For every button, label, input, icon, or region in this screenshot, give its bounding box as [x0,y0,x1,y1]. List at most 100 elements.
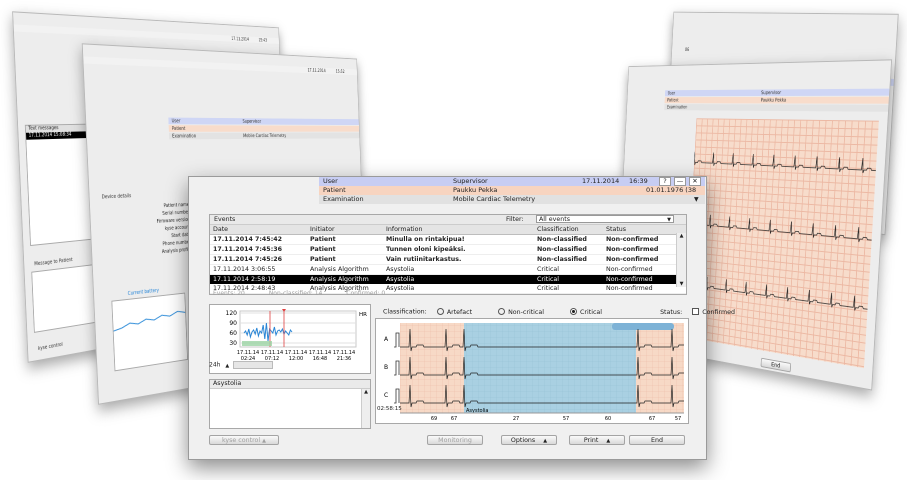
column-header-initiator[interactable]: Initiator [310,225,335,234]
examination-row[interactable]: Examination Mobile Cardiac Telemetry ▼ [319,195,705,204]
table-cell: Non-classified [537,256,587,263]
radio-artefact[interactable]: Artefact [436,308,472,316]
kyse-control-button[interactable]: kyse control ▲ [209,435,279,445]
table-cell: Patient [310,246,336,253]
table-cell: Non-confirmed [606,246,659,253]
classification-label: Classification: [383,308,427,316]
help-button[interactable]: ? [659,177,671,186]
ecg-calibration-pulse [394,388,400,404]
options-arrow-icon: ▲ [543,438,548,444]
scroll-down-icon[interactable]: ▼ [677,281,686,287]
events-title: Events [214,216,236,223]
radio-artefact-icon[interactable] [436,308,444,315]
ecg-beat-interval: 67 [451,416,457,422]
print-button[interactable]: Print ▲ [569,435,625,445]
bg-left-kyse: kyse control [37,341,63,352]
hr-unit-label: HR [359,312,367,318]
exam-dropdown-icon[interactable]: ▼ [694,195,699,204]
hr-selection-window[interactable] [242,341,272,346]
table-cell: Critical [537,266,560,273]
hr-tick-label: 60 [229,330,237,337]
ecg-event-tag [612,323,674,330]
radio-noncritical[interactable]: Non-critical [498,308,544,316]
column-header-date[interactable]: Date [213,225,228,234]
table-row[interactable]: 17.11.2014 3:06:55 Analysis Algorithm Asys… [210,265,686,275]
table-cell: Tunnen oloni kipeäksi. [386,246,466,253]
table-cell: Asystolia [386,285,415,292]
events-toolbar: Events Filter: All events ▼ [210,215,686,225]
ecg-svg: ABCAsystolia69 67 27 57 60 67 57 [384,323,684,422]
bg-mid-battery-chart [111,292,188,372]
table-row[interactable]: 17.11.2014 2:58:19 Analysis Algorithm Asys… [210,275,686,284]
table-cell: 17.11.2014 7:45:26 [213,256,282,263]
filter-dropdown-icon: ▼ [667,217,671,223]
user-label: User [323,177,338,185]
user-row: User Supervisor 17.11.2014 16:39 ? — ✕ [319,177,705,186]
end-button[interactable]: End [629,435,685,445]
table-header: Date Initiator Information Classification St… [210,225,686,235]
hr-time-label: 16:48 [313,356,327,362]
hr-scrollbar[interactable] [233,361,274,369]
close-button[interactable]: ✕ [689,177,701,186]
note-scrollbar[interactable]: ▲ [361,389,370,428]
ecg-beat-interval: 67 [649,416,655,422]
table-row[interactable]: 17.11.2014 7:45:42 Patient Minulla on rint… [210,235,686,245]
ecg-calibration-pulse [394,360,400,376]
ecg-panel[interactable]: A B C Asystolia 69 67 27 57 60 67 57 [375,318,689,424]
ecg-beat-interval: 69 [431,416,437,422]
monitoring-button[interactable]: Monitoring [427,435,483,445]
table-cell: Asystolia [386,276,415,283]
table-cell: Minulla on rintakipua! [386,236,465,243]
bg-mid-time: 15:52 [335,69,345,75]
radio-critical-icon[interactable] [570,308,578,315]
checkbox-icon[interactable] [692,308,700,315]
column-header-information[interactable]: Information [386,225,422,234]
hr-tick-label: 120 [226,310,238,317]
ecg-calibration-pulse [394,332,400,348]
table-cell: Asystolia [386,266,415,273]
table-cell: Critical [537,285,560,292]
confirmed-checkbox[interactable]: Confirmed [692,308,735,316]
ecg-beat-interval: 57 [563,416,569,422]
patient-name: Paukku Pekka [453,186,498,194]
ecg-channel-label: A [384,336,389,343]
patient-label: Patient [323,186,346,194]
exam-label: Examination [323,195,364,203]
scroll-up-icon[interactable]: ▲ [677,233,686,239]
bg-left-time: 15:43 [258,37,268,44]
hr-tick-label: 30 [229,340,237,347]
patient-row[interactable]: Patient Paukku Pekka 01.01.1976 (38 Y.) [319,186,705,203]
ecg-event-highlight[interactable] [464,323,636,413]
table-cell: 17.11.2014 3:06:55 [213,266,276,273]
table-cell: Analysis Algorithm [310,266,369,273]
table-row[interactable]: 17.11.2014 7:45:26 Patient Vain rutiinitar… [210,255,686,265]
minimize-button[interactable]: — [674,177,686,186]
bg-left-send-title: Message to Patient [34,257,73,268]
table-cell: Patient [310,236,336,243]
table-cell: Non-confirmed [606,256,659,263]
ecg-channel-label: C [384,392,388,399]
table-row[interactable]: 17.11.2014 7:45:36 Patient Tunnen oloni ki… [210,245,686,255]
filter-select[interactable]: All events ▼ [536,215,674,223]
table-cell: Non-classified [537,236,587,243]
radio-critical[interactable]: Critical [570,308,602,316]
table-scrollbar[interactable]: ▲ ▼ [676,233,686,287]
table-cell: 17.11.2014 7:45:36 [213,246,282,253]
table-cell: Non-confirmed [606,236,659,243]
range-up-icon[interactable]: ▲ [225,363,229,369]
radio-noncritical-icon[interactable] [498,308,506,315]
ecg-beat-interval: 57 [675,416,681,422]
bg-end-button: End [760,357,792,373]
event-note-box[interactable]: Asystolia ▲ [209,379,371,429]
kyse-arrow-icon: ▲ [262,438,266,444]
options-button[interactable]: Options ▲ [501,435,557,445]
events-summary: Events: 20 Non-classified: 14 Confirmed:… [213,290,385,297]
column-header-status[interactable]: Status [606,225,626,234]
header-date: 17.11.2014 [582,177,620,185]
ecg-beat-interval: 60 [605,416,611,422]
bg-left-date: 17.11.2014 [231,36,249,43]
column-header-classification[interactable]: Classification [537,225,579,234]
note-title: Asystolia [210,380,370,389]
table-cell: 17.11.2014 2:58:19 [213,276,276,283]
hr-range[interactable]: 24h ▲ [209,361,274,369]
